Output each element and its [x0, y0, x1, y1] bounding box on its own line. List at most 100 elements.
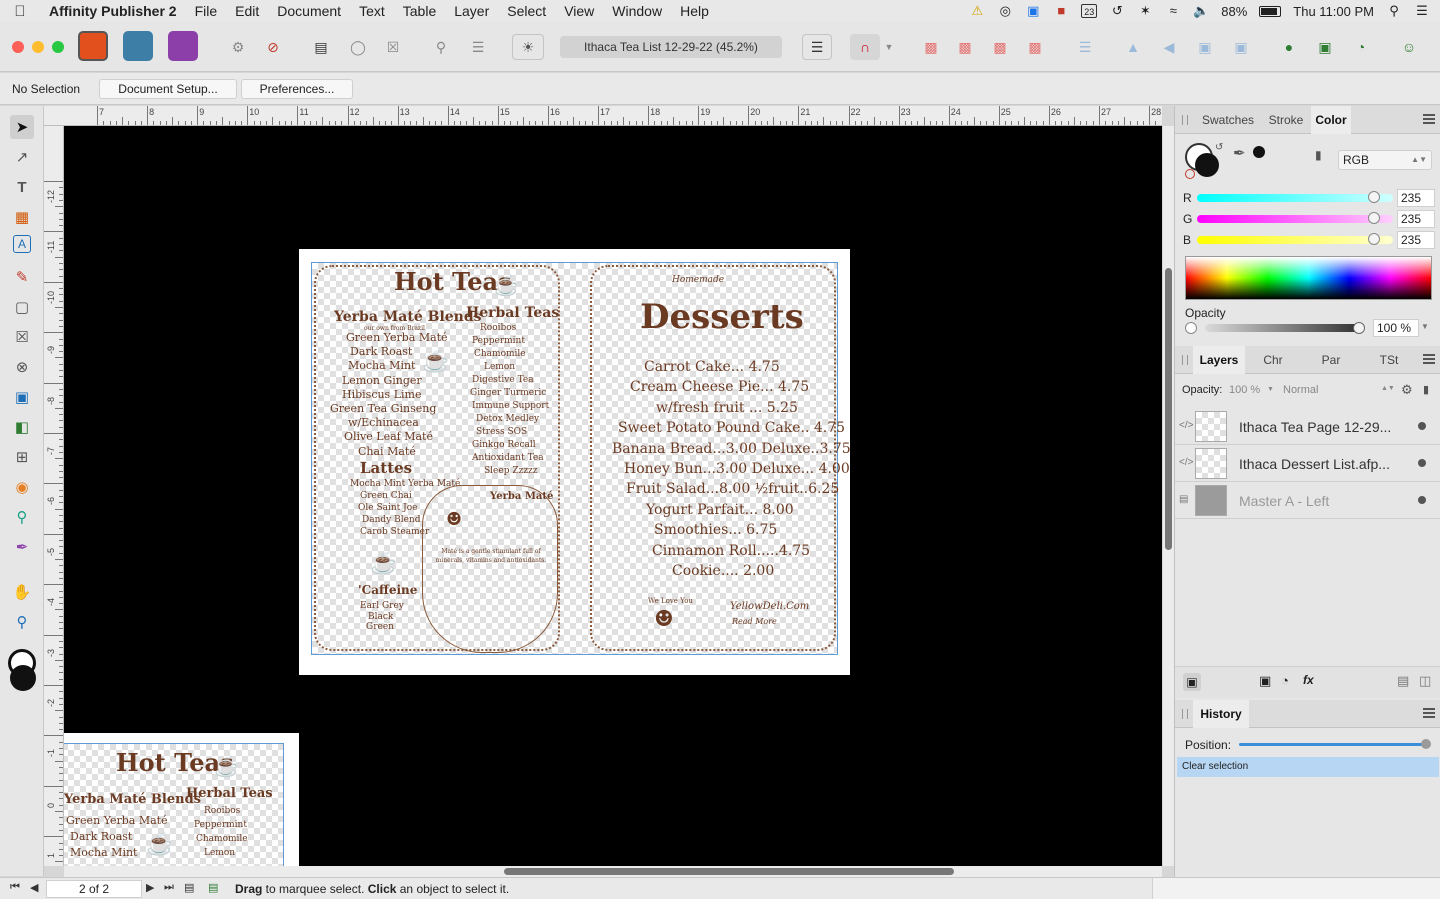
blue-track[interactable]	[1197, 236, 1393, 244]
opacity-knob[interactable]	[1353, 322, 1365, 334]
text-frame-tool-icon[interactable]: T	[10, 175, 34, 199]
layer-copy-icon[interactable]: ▣	[1183, 673, 1201, 691]
photo-persona-icon[interactable]	[168, 31, 198, 61]
layer-thumbnail[interactable]	[1195, 485, 1227, 516]
layer-row[interactable]: </> Ithaca Dessert List.afp...	[1175, 445, 1440, 482]
spotlight-search-icon[interactable]: ⚲	[1386, 4, 1402, 18]
app-icon[interactable]: ■	[1053, 4, 1069, 18]
red-slider[interactable]: R 235	[1183, 189, 1435, 207]
rotate-right-icon[interactable]: ▣	[1228, 34, 1254, 60]
picture-frame-tool-icon[interactable]: ☒	[10, 325, 34, 349]
vertical-scrollbar[interactable]	[1163, 126, 1174, 866]
arrange-back-icon[interactable]: ▩	[918, 34, 944, 60]
arrange-front-icon[interactable]: ▩	[1022, 34, 1048, 60]
no-color-icon[interactable]	[1185, 169, 1195, 179]
history-position-track[interactable]	[1239, 743, 1427, 746]
hand-tool-icon[interactable]: ✋	[10, 580, 34, 604]
layer-row[interactable]: ▤ Master A - Left	[1175, 482, 1440, 519]
blue-value-field[interactable]: 235	[1397, 231, 1435, 249]
next-page-frame[interactable]: Hot Teas ☕ Yerba Maté Blends Herbal Teas…	[64, 743, 284, 866]
adjustment-icon[interactable]: ◔	[1281, 673, 1289, 688]
layer-link-icon[interactable]: </>	[1179, 420, 1193, 431]
opacity-track[interactable]	[1205, 324, 1359, 332]
page-view-icon[interactable]: ▤	[308, 34, 334, 60]
move-tool-icon[interactable]: ➤	[10, 115, 34, 139]
arrange-backward-icon[interactable]: ▩	[952, 34, 978, 60]
align-icon[interactable]: ☰	[1072, 34, 1098, 60]
boolean-add-icon[interactable]: ●	[1276, 34, 1302, 60]
horizontal-scrollbar[interactable]	[64, 866, 1162, 877]
blend-mode-select[interactable]: Normal	[1283, 384, 1383, 396]
calendar-icon[interactable]: 23	[1081, 4, 1098, 18]
first-page-icon[interactable]: ⏮	[10, 881, 20, 894]
spread-view-icon[interactable]: ◯	[345, 34, 371, 60]
snapping-dropdown-icon[interactable]: ▼	[882, 34, 896, 60]
rotate-left-icon[interactable]: ▣	[1192, 34, 1218, 60]
spread-icon[interactable]: ▤	[208, 881, 218, 894]
color-spectrum[interactable]	[1185, 256, 1432, 300]
menu-text[interactable]: Text	[350, 3, 394, 19]
layer-opacity-dropdown-icon[interactable]: ▼	[1267, 386, 1274, 393]
tab-color[interactable]: Color	[1311, 106, 1351, 134]
green-knob[interactable]	[1368, 212, 1380, 224]
menu-file[interactable]: File	[186, 3, 227, 19]
image-resource-tool-icon[interactable]: ◧	[10, 415, 34, 439]
flip-horizontal-icon[interactable]: ▲	[1120, 34, 1146, 60]
arrange-forward-icon[interactable]: ▩	[987, 34, 1013, 60]
table-tool-icon[interactable]: ▦	[10, 205, 34, 229]
layer-visibility-icon[interactable]	[1418, 459, 1426, 467]
layer-visibility-icon[interactable]	[1418, 422, 1426, 430]
fx-icon[interactable]: fx	[1303, 673, 1314, 687]
pin-icon[interactable]: ⚲	[428, 34, 454, 60]
opacity-dropdown-icon[interactable]: ▼	[1421, 322, 1429, 331]
layer-settings-gear-icon[interactable]: ⚙	[1401, 382, 1413, 398]
menu-view[interactable]: View	[555, 3, 603, 19]
snapping-magnet-icon[interactable]: ∩	[850, 34, 880, 60]
layer-thumbnail[interactable]	[1195, 448, 1227, 479]
master-page-icon[interactable]: ▤	[1179, 494, 1188, 505]
tab-stroke[interactable]: Stroke	[1263, 106, 1309, 134]
swap-colors-icon[interactable]: ↺	[1215, 142, 1223, 153]
place-image-tool-icon[interactable]: ▣	[10, 385, 34, 409]
menu-document[interactable]: Document	[268, 3, 350, 19]
layer-name[interactable]: Master A - Left	[1239, 493, 1329, 509]
history-panel-menu-icon[interactable]	[1423, 708, 1435, 718]
warning-icon[interactable]: ⚠	[969, 4, 985, 18]
tab-swatches[interactable]: Swatches	[1195, 106, 1261, 134]
zoom-tool-icon[interactable]: ⚲	[10, 610, 34, 634]
layer-name[interactable]: Ithaca Dessert List.afp...	[1239, 456, 1390, 472]
control-center-icon[interactable]: ☰	[1414, 4, 1430, 18]
history-panel-grip-icon[interactable]	[1182, 709, 1188, 719]
layers-panel-grip-icon[interactable]	[1182, 355, 1188, 365]
boolean-subtract-icon[interactable]: ▣	[1312, 34, 1338, 60]
tab-character[interactable]: Chr	[1247, 346, 1299, 374]
blue-knob[interactable]	[1368, 233, 1380, 245]
layer-name[interactable]: Ithaca Tea Page 12-29...	[1239, 419, 1391, 435]
horizontal-ruler[interactable]: 7 8 9 10 11 12 13 14 15 16 17 18 19 20 21 22 23 24 25 26 27 2…	[44, 106, 1162, 126]
fill-tool-icon[interactable]: ◉	[10, 475, 34, 499]
preview-mode-icon[interactable]: ☀	[512, 34, 544, 60]
settings-gear-icon[interactable]: ⚙	[225, 34, 251, 60]
volume-icon[interactable]: 🔈	[1193, 4, 1209, 18]
menu-table[interactable]: Table	[394, 3, 445, 19]
wifi-icon[interactable]: ≈	[1165, 4, 1181, 18]
last-page-icon[interactable]: ⏭	[164, 881, 174, 894]
menu-edit[interactable]: Edit	[226, 3, 268, 19]
eyedropper-icon[interactable]: ✒	[1233, 144, 1246, 162]
artistic-text-tool-icon[interactable]: A	[13, 235, 31, 253]
red-knob[interactable]	[1368, 191, 1380, 203]
red-value-field[interactable]: 235	[1397, 189, 1435, 207]
boolean-intersect-icon[interactable]: ◔	[1348, 34, 1374, 60]
publisher-persona-icon[interactable]	[78, 31, 108, 61]
previous-page-icon[interactable]: ◀	[30, 881, 38, 894]
designer-persona-icon[interactable]	[123, 31, 153, 61]
preflight-icon[interactable]: ⊘	[260, 34, 286, 60]
vertical-scroll-thumb[interactable]	[1165, 268, 1172, 550]
opacity-value-field[interactable]: 100 %	[1373, 319, 1419, 337]
layer-link-icon[interactable]: </>	[1179, 457, 1193, 468]
layers-panel-menu-icon[interactable]	[1423, 354, 1435, 364]
blend-mode-arrows-icon[interactable]: ▲▼	[1381, 385, 1395, 392]
menu-help[interactable]: Help	[671, 3, 718, 19]
red-track[interactable]	[1197, 194, 1393, 202]
clock[interactable]: Thu 11:00 PM	[1293, 4, 1374, 19]
